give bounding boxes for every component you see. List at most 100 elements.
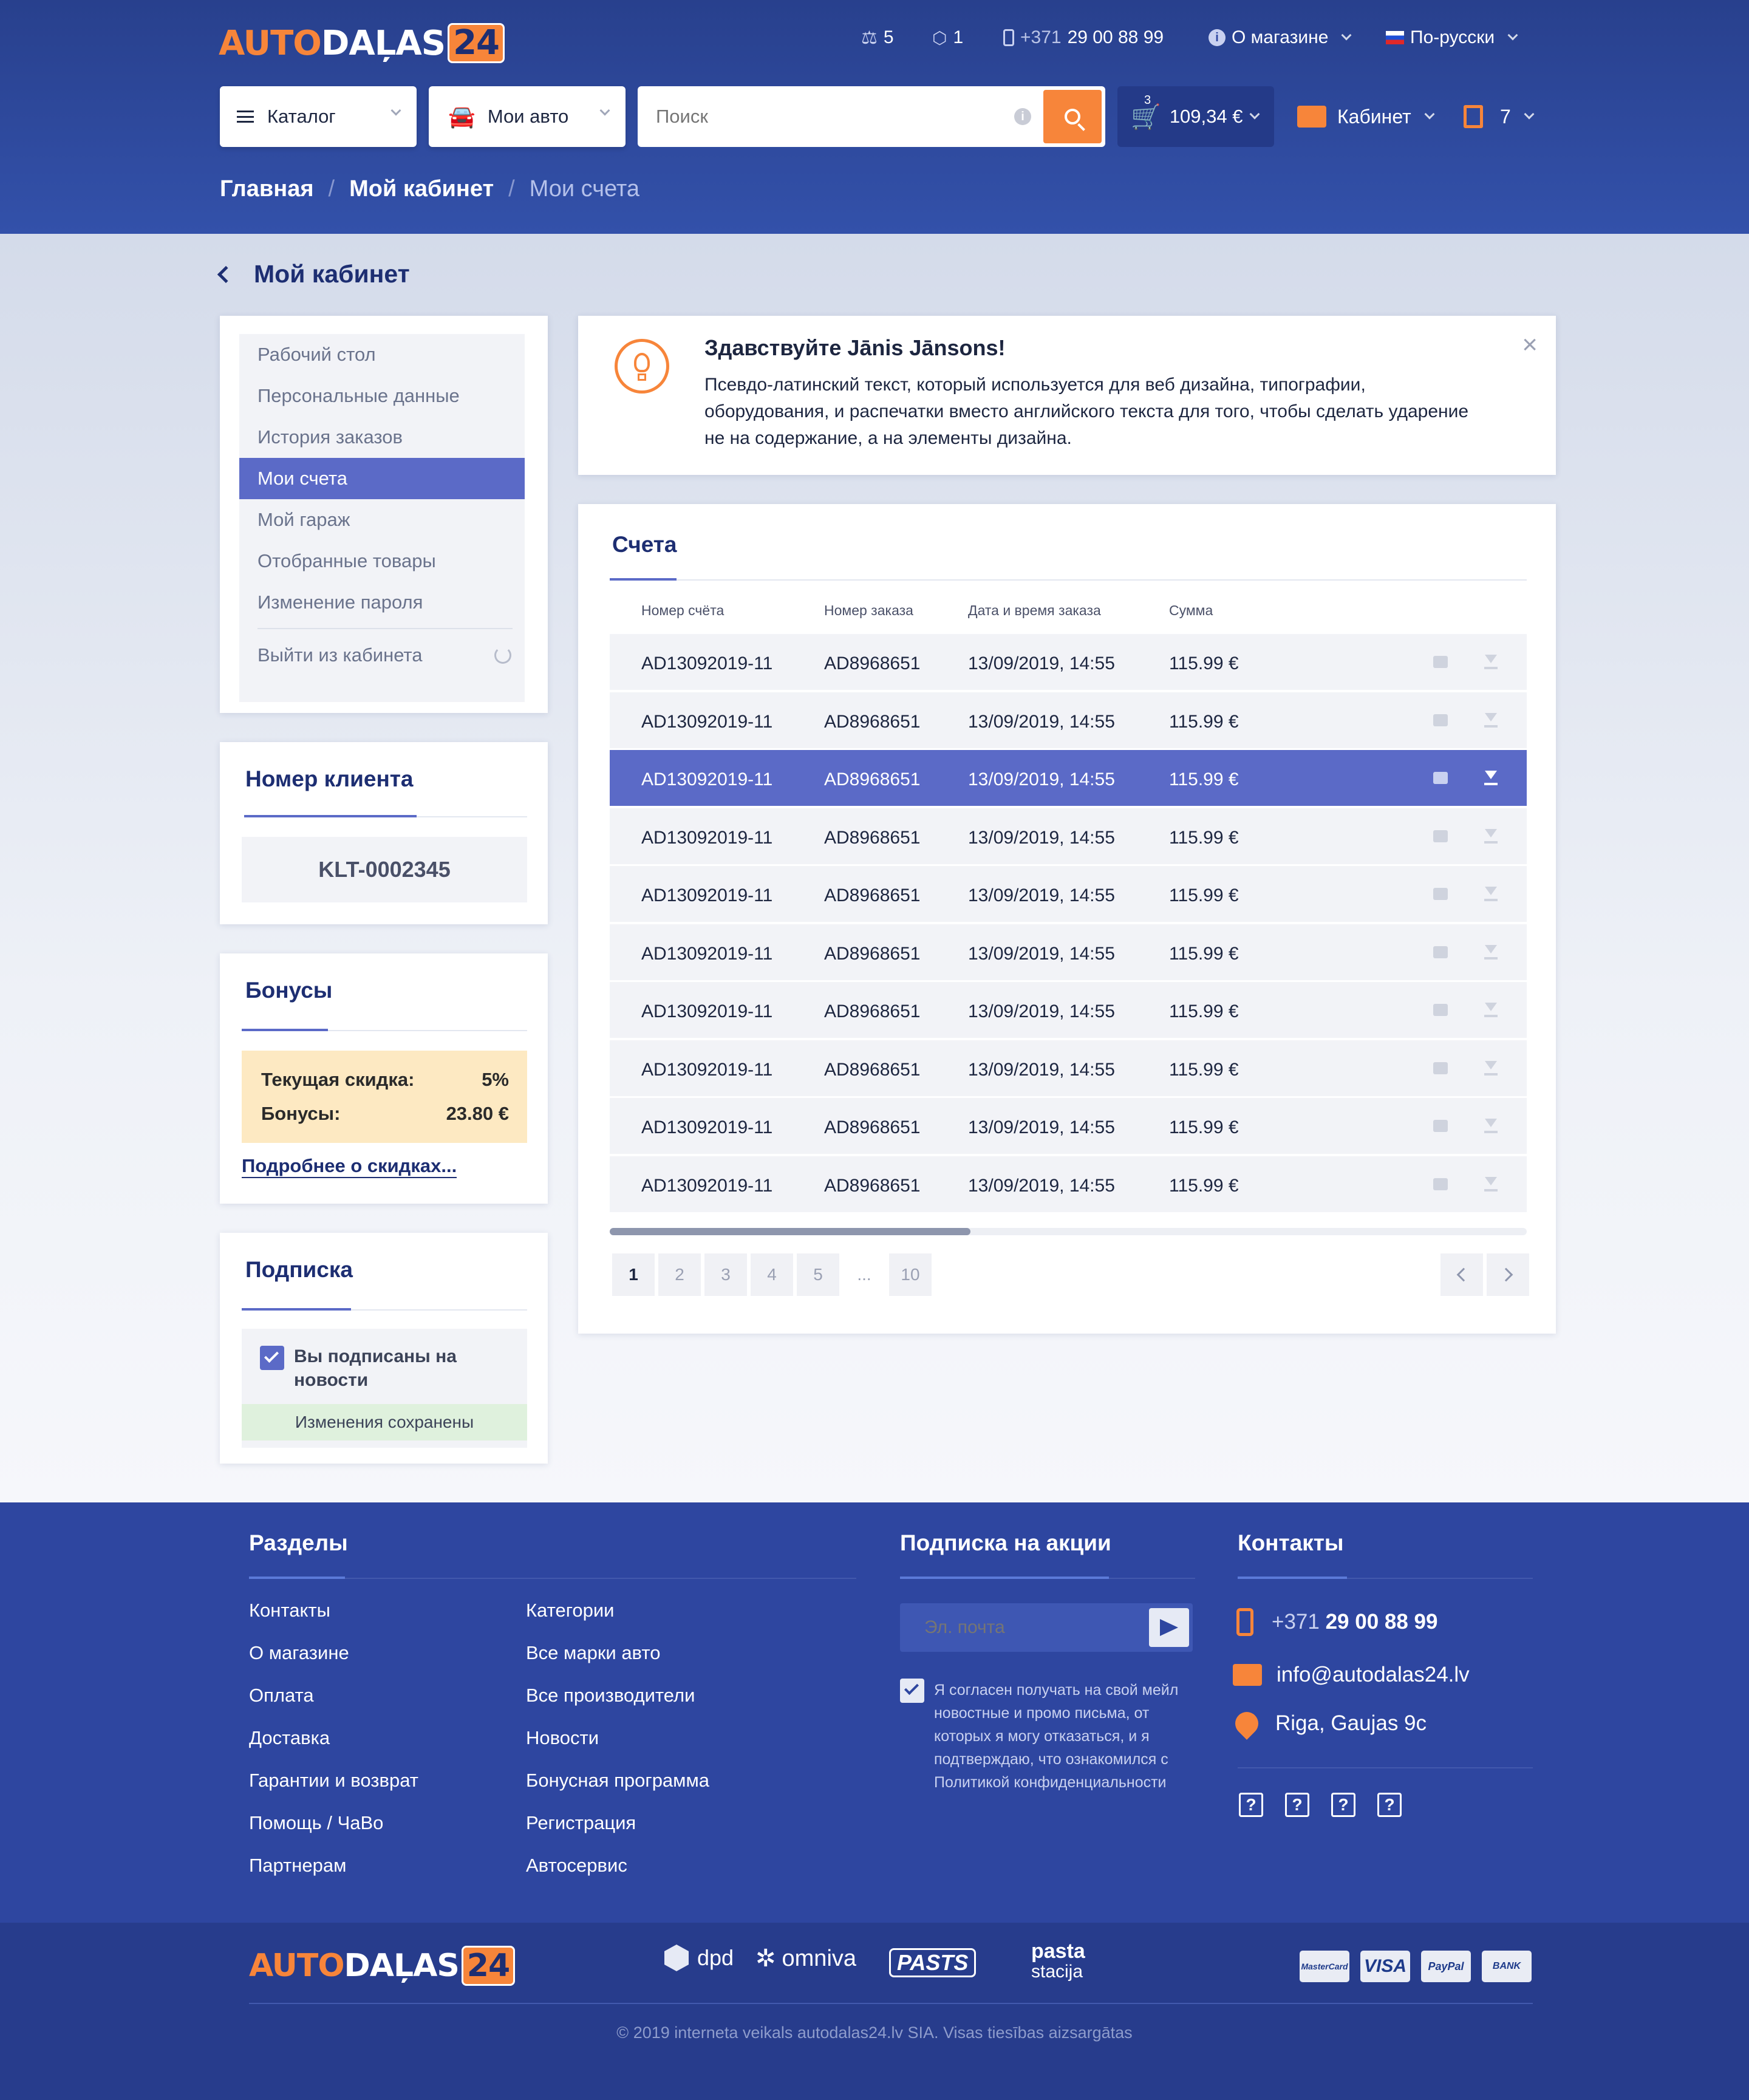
download-icon[interactable] [1484, 884, 1498, 901]
discount-label: Текущая скидка: [261, 1069, 415, 1090]
about-menu[interactable]: i О магазине [1209, 26, 1352, 50]
footer-link[interactable]: Партнерам [249, 1855, 346, 1877]
prev-page-button[interactable] [1440, 1253, 1483, 1296]
next-page-button[interactable] [1487, 1253, 1529, 1296]
sidebar-item-orders[interactable]: История заказов [239, 417, 525, 458]
footer-link[interactable]: Все марки авто [526, 1642, 660, 1664]
table-row[interactable]: AD13092019-11 AD8968651 13/09/2019, 14:55 1… [610, 1098, 1527, 1156]
footer-link[interactable]: Гарантии и возврат [249, 1770, 418, 1791]
download-icon[interactable] [1484, 1116, 1498, 1133]
social-icon[interactable]: ? [1285, 1793, 1309, 1817]
footer-link[interactable]: Контакты [249, 1600, 330, 1621]
footer-link[interactable]: Новости [526, 1727, 599, 1749]
table-row[interactable]: AD13092019-11 AD8968651 13/09/2019, 14:55 1… [610, 750, 1527, 808]
catalog-button[interactable]: Каталог [220, 86, 417, 147]
box-link[interactable]: ⬡ 1 [932, 26, 963, 50]
chevron-left-icon[interactable] [217, 265, 235, 283]
cabinet-menu[interactable]: Кабинет [1297, 103, 1435, 130]
download-icon[interactable] [1484, 1059, 1498, 1076]
download-icon[interactable] [1484, 711, 1498, 728]
print-icon[interactable] [1433, 1178, 1448, 1190]
table-row[interactable]: AD13092019-11 AD8968651 13/09/2019, 14:55 1… [610, 982, 1527, 1040]
page-4[interactable]: 4 [751, 1253, 793, 1296]
footer-link[interactable]: Бонусная программа [526, 1770, 709, 1791]
footer-link[interactable]: Автосервис [526, 1855, 627, 1877]
sidebar-item-personal[interactable]: Персональные данные [239, 375, 525, 417]
print-icon[interactable] [1433, 772, 1448, 784]
table-row[interactable]: AD13092019-11 AD8968651 13/09/2019, 14:55 1… [610, 1040, 1527, 1098]
footer-link[interactable]: Оплата [249, 1685, 314, 1706]
close-icon[interactable]: × [1522, 332, 1538, 358]
table-row[interactable]: AD13092019-11 AD8968651 13/09/2019, 14:55 1… [610, 924, 1527, 982]
table-row[interactable]: AD13092019-11 AD8968651 13/09/2019, 14:55 1… [610, 634, 1527, 692]
sidebar-item-garage[interactable]: Мой гараж [239, 499, 525, 540]
print-icon[interactable] [1433, 1120, 1448, 1132]
download-icon[interactable] [1484, 943, 1498, 960]
footer-link[interactable]: О магазине [249, 1642, 349, 1664]
page-10[interactable]: 10 [889, 1253, 932, 1296]
page-5[interactable]: 5 [797, 1253, 839, 1296]
download-icon[interactable] [1484, 827, 1498, 844]
search-input[interactable] [656, 106, 1002, 128]
table-row[interactable]: AD13092019-11 AD8968651 13/09/2019, 14:55 1… [610, 866, 1527, 924]
social-icon[interactable]: ? [1239, 1793, 1263, 1817]
sidebar-item-invoices[interactable]: Мои счета [239, 458, 525, 499]
footer-link[interactable]: Регистрация [526, 1812, 636, 1834]
checkbox[interactable] [260, 1346, 284, 1370]
search-button[interactable] [1043, 90, 1102, 143]
print-icon[interactable] [1433, 656, 1448, 668]
my-car-button[interactable]: 🚘 Мои авто [429, 86, 626, 147]
breadcrumb-cabinet[interactable]: Мой кабинет [349, 176, 494, 202]
email-input[interactable] [924, 1615, 1131, 1640]
print-icon[interactable] [1433, 946, 1448, 958]
col-amount[interactable]: Сумма [1169, 602, 1213, 619]
logo[interactable]: AUTO DAĻAS 24 [219, 23, 505, 63]
sidebar-item-password[interactable]: Изменение пароля [239, 582, 525, 623]
footer-link[interactable]: Доставка [249, 1727, 330, 1749]
page-ellipsis: ... [857, 1265, 871, 1284]
sidebar-item-dashboard[interactable]: Рабочий стол [239, 334, 525, 375]
compare-link[interactable]: ⚖ 5 [861, 26, 894, 50]
footer-phone[interactable]: +371 29 00 88 99 [1236, 1608, 1437, 1636]
page-1[interactable]: 1 [612, 1253, 655, 1296]
scrollbar-thumb[interactable] [610, 1228, 970, 1235]
print-icon[interactable] [1433, 830, 1448, 842]
print-icon[interactable] [1433, 888, 1448, 900]
breadcrumb-home[interactable]: Главная [220, 176, 314, 202]
info-icon[interactable]: i [1014, 108, 1031, 125]
send-button[interactable] [1149, 1608, 1189, 1647]
discount-info-link[interactable]: Подробнее о скидках... [242, 1155, 457, 1178]
download-icon[interactable] [1484, 1174, 1498, 1191]
footer-link[interactable]: Категории [526, 1600, 614, 1621]
col-order-date[interactable]: Дата и время заказа [968, 602, 1101, 619]
social-icon[interactable]: ? [1377, 1793, 1402, 1817]
table-row[interactable]: AD13092019-11 AD8968651 13/09/2019, 14:55 1… [610, 692, 1527, 750]
footer-link[interactable]: Все производители [526, 1685, 695, 1706]
download-icon[interactable] [1484, 652, 1498, 669]
print-icon[interactable] [1433, 1062, 1448, 1074]
col-invoice-number[interactable]: Номер счёта [641, 602, 724, 619]
social-icon[interactable]: ? [1331, 1793, 1355, 1817]
page-2[interactable]: 2 [658, 1253, 701, 1296]
print-icon[interactable] [1433, 1004, 1448, 1016]
download-icon[interactable] [1484, 1000, 1498, 1017]
horizontal-scrollbar[interactable] [610, 1228, 1527, 1235]
cart-button[interactable]: 🛒 3 109,34 € [1117, 86, 1274, 147]
consent-checkbox[interactable] [900, 1679, 924, 1703]
footer-address[interactable]: Riga, Gaujas 9c [1230, 1707, 1427, 1740]
footer-email[interactable]: info@autodalas24.lv [1233, 1663, 1470, 1687]
table-row[interactable]: AD13092019-11 AD8968651 13/09/2019, 14:55 1… [610, 1156, 1527, 1214]
page-3[interactable]: 3 [704, 1253, 747, 1296]
print-icon[interactable] [1433, 714, 1448, 726]
logout-button[interactable]: Выйти из кабинета [239, 629, 525, 681]
footer-link[interactable]: Помощь / ЧаВо [249, 1812, 383, 1834]
col-order-number[interactable]: Номер заказа [824, 602, 913, 619]
favorites-menu[interactable]: 7 [1464, 103, 1535, 130]
phone-link[interactable]: +371 29 00 88 99 [1003, 26, 1164, 50]
download-icon[interactable] [1484, 768, 1498, 785]
footer-logo[interactable]: AUTO DAĻAS 24 [249, 1946, 516, 1986]
language-menu[interactable]: По-русски [1386, 26, 1518, 50]
welcome-notice: Здавствуйте Jānis Jānsons! Псевдо-латинс… [578, 316, 1556, 475]
table-row[interactable]: AD13092019-11 AD8968651 13/09/2019, 14:55 1… [610, 808, 1527, 866]
sidebar-item-favorites[interactable]: Отобранные товары [239, 540, 525, 582]
